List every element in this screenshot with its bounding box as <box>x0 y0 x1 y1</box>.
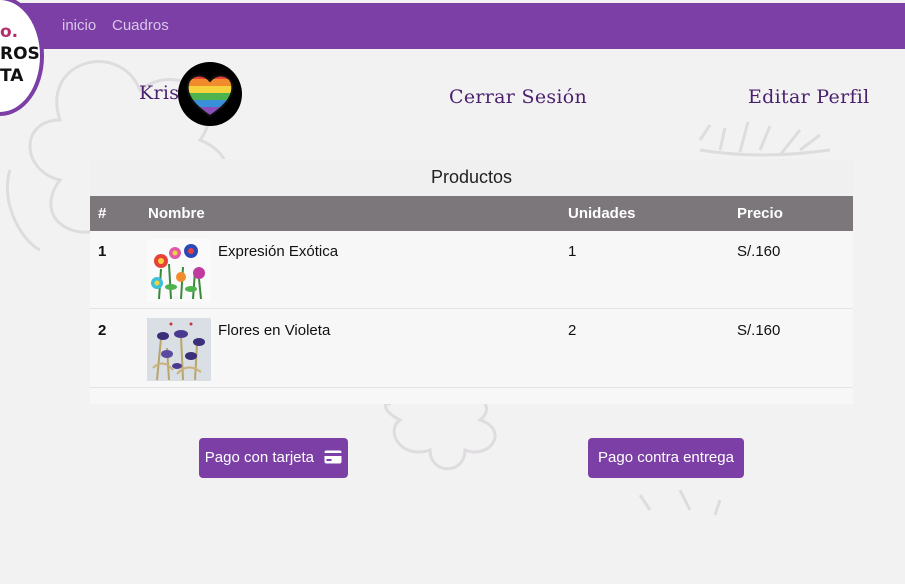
table-row: 1 Expresión Exótica 1 S/.160 <box>90 231 853 309</box>
nav-link-inicio[interactable]: inicio <box>62 17 96 34</box>
product-name: Flores en Violeta <box>218 322 331 339</box>
card-payment-button[interactable]: Pago con tarjeta <box>199 438 348 478</box>
product-units: 1 <box>568 243 577 260</box>
logo-text-line: o. <box>0 22 19 42</box>
avatar[interactable] <box>178 62 242 126</box>
edit-profile-link[interactable]: Editar Perfil <box>748 86 870 108</box>
credit-card-icon <box>324 450 342 464</box>
product-price: S/.160 <box>737 243 781 260</box>
products-card: Productos # Nombre Unidades Precio 1 Exp… <box>90 159 853 404</box>
product-name: Expresión Exótica <box>218 243 339 260</box>
violet-flowers-thumbnail <box>147 318 211 381</box>
table-header: # Nombre Unidades Precio <box>90 196 853 231</box>
column-header-units: Unidades <box>568 205 636 222</box>
rainbow-heart-icon <box>186 74 234 118</box>
logo-text-line: ROS <box>0 44 40 64</box>
top-navbar: inicio Cuadros <box>0 3 905 49</box>
user-name: Kris <box>139 82 180 104</box>
card-payment-label: Pago con tarjeta <box>204 449 315 466</box>
row-index: 1 <box>98 243 107 260</box>
row-index: 2 <box>98 322 107 339</box>
column-header-name: Nombre <box>148 205 205 222</box>
nav-link-cuadros[interactable]: Cuadros <box>112 17 169 34</box>
table-row: 2 Flores en Violeta 2 S/.160 <box>90 310 853 388</box>
product-price: S/.160 <box>737 322 781 339</box>
logo-text-line: TA <box>0 66 24 86</box>
flowers-painting-thumbnail <box>147 239 211 302</box>
product-units: 2 <box>568 322 577 339</box>
products-title: Productos <box>90 159 853 196</box>
cash-on-delivery-button[interactable]: Pago contra entrega <box>588 438 744 478</box>
column-header-index: # <box>98 205 107 222</box>
column-header-price: Precio <box>737 205 783 222</box>
logout-link[interactable]: Cerrar Sesión <box>449 86 587 108</box>
